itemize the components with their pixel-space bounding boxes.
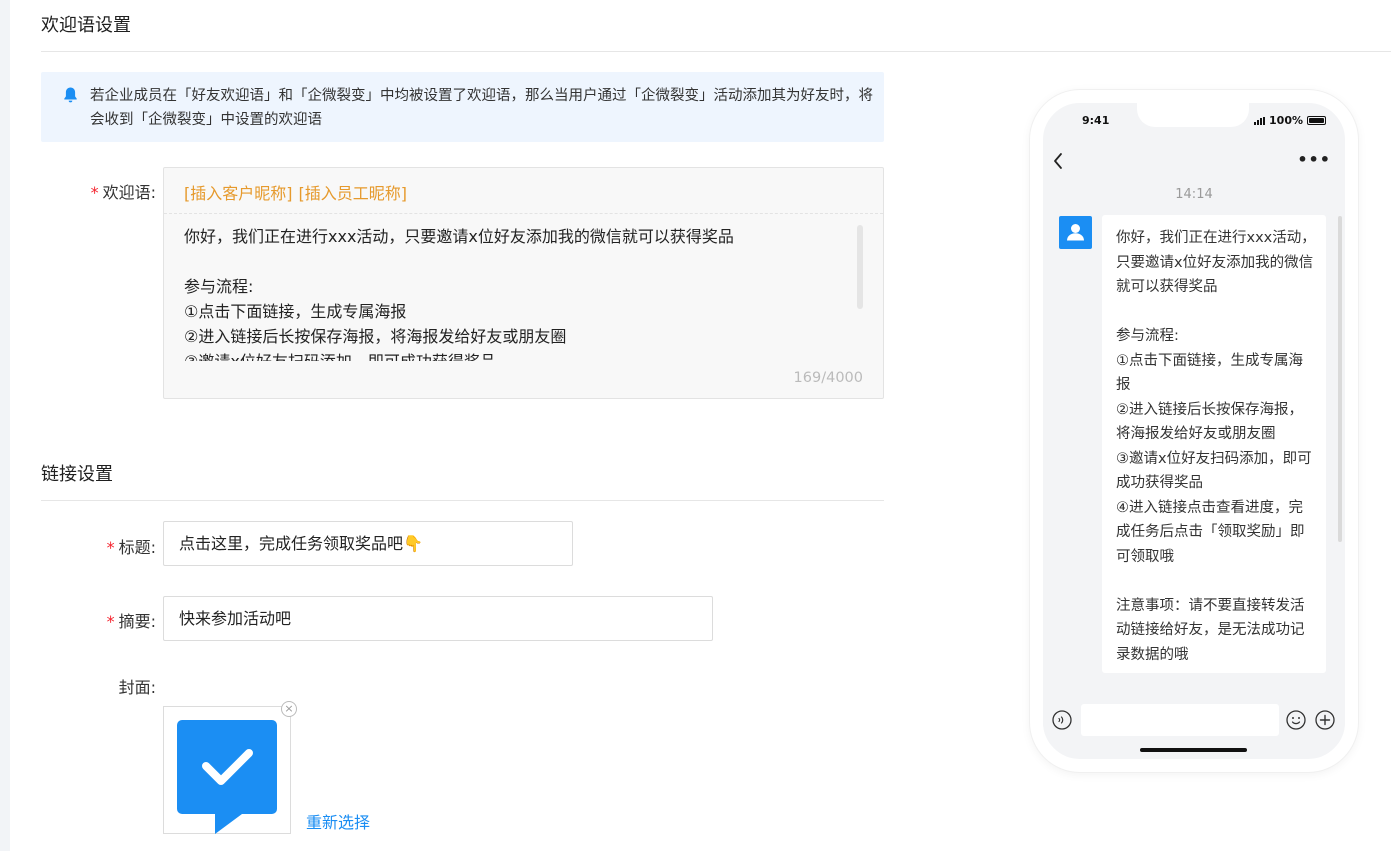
- chat-input-bar: [1043, 698, 1345, 744]
- message-bubble: 你好，我们正在进行xxx活动，只要邀请x位好友添加我的微信就可以获得奖品 参与流…: [1102, 215, 1326, 673]
- chat-timestamp: 14:14: [1175, 187, 1213, 202]
- phone-notch: [1137, 103, 1249, 127]
- cover-label: 封面:: [118, 678, 156, 697]
- insert-customer-nickname-button[interactable]: [插入客户昵称]: [184, 184, 293, 203]
- chat-message-input[interactable]: [1081, 704, 1279, 736]
- required-mark: *: [106, 612, 115, 631]
- chat-scrollbar[interactable]: [1338, 216, 1342, 542]
- status-time: 9:41: [1082, 114, 1110, 127]
- title-label: * 标题:: [76, 534, 156, 558]
- insert-staff-nickname-button[interactable]: [插入员工昵称]: [299, 184, 408, 203]
- plus-icon[interactable]: [1315, 710, 1335, 730]
- signal-icon: [1254, 116, 1266, 125]
- link-section-title: 链接设置: [41, 464, 113, 485]
- greeting-label-text: 欢迎语:: [102, 183, 156, 202]
- greeting-scrollbar[interactable]: [857, 225, 863, 309]
- char-counter: 169/4000: [793, 370, 863, 386]
- back-icon[interactable]: [1051, 151, 1065, 171]
- summary-input[interactable]: 快来参加活动吧: [163, 596, 713, 641]
- editor-divider: [164, 213, 883, 214]
- more-icon[interactable]: •••: [1297, 150, 1331, 169]
- avatar: [1059, 216, 1092, 249]
- message-text: 你好，我们正在进行xxx活动，只要邀请x位好友添加我的微信就可以获得奖品 参与流…: [1116, 230, 1316, 663]
- title-label-text: 标题:: [118, 538, 156, 557]
- summary-label: * 摘要:: [76, 608, 156, 632]
- notice-banner: 若企业成员在「好友欢迎语」和「企微裂变」中均被设置了欢迎语，那么当用户通过「企微…: [41, 72, 884, 142]
- required-mark: *: [90, 183, 99, 202]
- title-input[interactable]: 点击这里，完成任务领取奖品吧👇: [163, 521, 573, 566]
- link-section-divider: [41, 500, 884, 501]
- check-bubble-icon: [177, 720, 277, 834]
- home-indicator: [1140, 748, 1247, 752]
- notice-text: 若企业成员在「好友欢迎语」和「企微裂变」中均被设置了欢迎语，那么当用户通过「企微…: [90, 88, 873, 128]
- required-mark: *: [106, 538, 115, 557]
- user-icon: [1067, 224, 1084, 241]
- left-sidebar-edge: [0, 0, 10, 851]
- phone-preview: 9:41 100% ••• 14:14 你好，我们正在进行xxx活动，只要邀请x…: [1030, 90, 1358, 772]
- greeting-label: * 欢迎语:: [76, 179, 156, 203]
- cover-image[interactable]: [163, 706, 291, 834]
- section-divider: [41, 51, 1391, 52]
- voice-icon[interactable]: [1052, 710, 1072, 730]
- status-indicators: 100%: [1254, 114, 1326, 127]
- summary-label-text: 摘要:: [118, 612, 156, 631]
- battery-icon: [1307, 116, 1326, 125]
- insert-toolbar: [插入客户昵称] [插入员工昵称]: [184, 180, 413, 204]
- bell-icon: [64, 87, 77, 103]
- greeting-textarea[interactable]: 你好，我们正在进行xxx活动，只要邀请x位好友添加我的微信就可以获得奖品 参与流…: [184, 224, 854, 361]
- welcome-section-title: 欢迎语设置: [41, 15, 131, 36]
- reselect-cover-link[interactable]: 重新选择: [306, 809, 370, 833]
- battery-percent: 100%: [1269, 114, 1303, 127]
- emoji-icon[interactable]: [1286, 710, 1306, 730]
- cover-remove-icon[interactable]: ×: [281, 701, 297, 717]
- greeting-editor[interactable]: [插入客户昵称] [插入员工昵称] 你好，我们正在进行xxx活动，只要邀请x位好友…: [163, 167, 884, 399]
